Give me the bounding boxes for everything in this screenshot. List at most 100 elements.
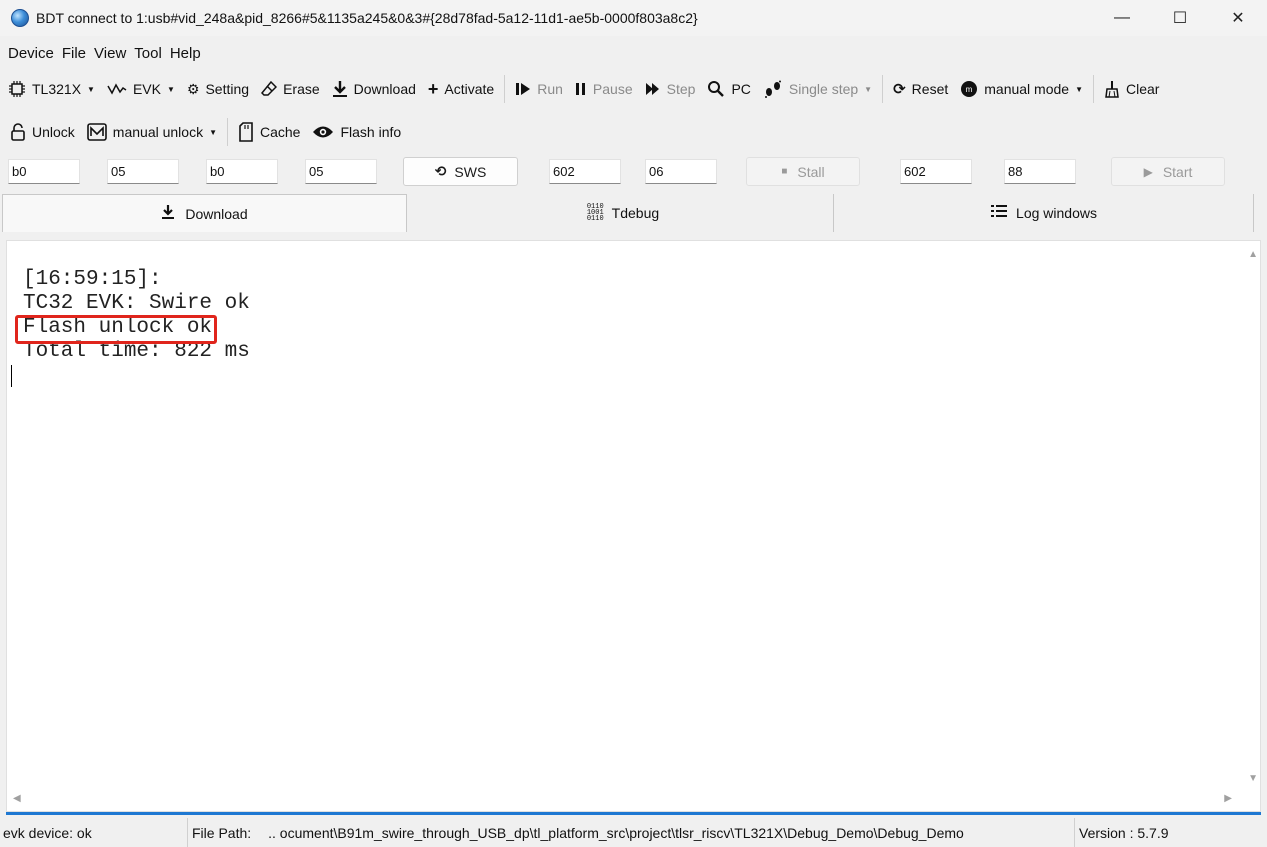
menu-bar: Device File View Tool Help xyxy=(0,40,205,66)
pause-icon xyxy=(575,82,587,96)
stall-button[interactable]: ■ Stall xyxy=(746,157,860,186)
svg-text:m: m xyxy=(966,85,973,94)
register-field-7[interactable]: 602 xyxy=(900,159,972,184)
chevron-down-icon: ▼ xyxy=(87,84,95,94)
scroll-up-arrow-icon[interactable]: ▲ xyxy=(1248,249,1258,260)
scroll-left-arrow-icon[interactable]: ◀ xyxy=(13,793,21,804)
unlock-label: Unlock xyxy=(32,124,75,140)
sws-button[interactable]: ⟲ SWS xyxy=(403,157,518,186)
sd-card-icon xyxy=(238,122,254,142)
start-button[interactable]: ▶ Start xyxy=(1111,157,1225,186)
single-step-label: Single step xyxy=(788,81,859,97)
close-button[interactable]: ✕ xyxy=(1209,0,1267,36)
tab-download[interactable]: Download xyxy=(2,194,407,232)
status-bar: evk device: ok File Path: .. ocument\B91… xyxy=(0,818,1267,847)
reset-icon: ⟳ xyxy=(893,81,906,98)
eraser-icon xyxy=(261,81,278,97)
single-step-dropdown[interactable]: Single step ▼ xyxy=(757,74,878,104)
manual-unlock-label: manual unlock xyxy=(112,124,204,140)
menu-help[interactable]: Help xyxy=(166,45,205,62)
chevron-down-icon: ▼ xyxy=(209,127,217,137)
tab-bar: Download 0110 1001 0110 Tdebug Log windo… xyxy=(0,194,1267,234)
waveform-icon xyxy=(107,82,127,96)
chevron-down-icon: ▼ xyxy=(864,84,873,94)
step-label: Step xyxy=(666,81,696,97)
manual-mode-dropdown[interactable]: m manual mode ▼ xyxy=(954,74,1089,104)
flash-info-button[interactable]: Flash info xyxy=(306,117,407,147)
log-output-panel[interactable]: [16:59:15]: TC32 EVK: Swire ok Flash unloc… xyxy=(6,240,1261,812)
list-icon xyxy=(990,204,1008,223)
run-button[interactable]: Run xyxy=(509,74,569,104)
pc-button[interactable]: PC xyxy=(701,74,756,104)
chip-icon xyxy=(8,80,26,98)
menu-view[interactable]: View xyxy=(90,45,130,62)
binary-icon: 0110 1001 0110 xyxy=(586,203,604,223)
unlock-button[interactable]: Unlock xyxy=(0,117,81,147)
accent-divider xyxy=(6,812,1261,815)
register-field-1[interactable]: b0 xyxy=(8,159,80,184)
download-button[interactable]: Download xyxy=(326,74,422,104)
tab-log-windows[interactable]: Log windows xyxy=(834,194,1254,232)
register-field-5[interactable]: 602 xyxy=(549,159,621,184)
tab-tdebug[interactable]: 0110 1001 0110 Tdebug xyxy=(413,194,834,232)
toolbar-separator xyxy=(227,118,228,146)
scroll-down-arrow-icon[interactable]: ▼ xyxy=(1248,773,1258,784)
setting-button[interactable]: ⚙ Setting xyxy=(181,74,255,104)
run-icon xyxy=(515,82,531,96)
main-toolbar: TL321X ▼ EVK ▼ ⚙ Setting Erase Download … xyxy=(0,72,1165,106)
cache-button[interactable]: Cache xyxy=(232,117,306,147)
toolbar-separator xyxy=(1093,75,1094,103)
file-path-value: .. ocument\B91m_swire_through_USB_dp\tl_… xyxy=(268,824,964,841)
register-field-8[interactable]: 88 xyxy=(1004,159,1076,184)
evk-label: EVK xyxy=(132,81,161,97)
menu-device[interactable]: Device xyxy=(4,45,58,62)
activate-button[interactable]: + Activate xyxy=(422,74,500,104)
register-field-2[interactable]: 05 xyxy=(107,159,179,184)
stall-label: Stall xyxy=(797,163,825,180)
activate-label: Activate xyxy=(444,81,495,97)
chip-select-dropdown[interactable]: TL321X ▼ xyxy=(0,74,101,104)
manual-mode-label: manual mode xyxy=(984,81,1070,97)
play-icon: ▶ xyxy=(1143,164,1153,179)
scroll-right-arrow-icon[interactable]: ▶ xyxy=(1224,793,1232,804)
toolbar-separator xyxy=(882,75,884,103)
erase-label: Erase xyxy=(283,81,320,97)
step-icon xyxy=(645,82,661,96)
manual-unlock-dropdown[interactable]: manual unlock ▼ xyxy=(81,117,223,147)
minimize-button[interactable]: — xyxy=(1093,0,1151,36)
chip-label: TL321X xyxy=(32,81,82,97)
tab-log-windows-label: Log windows xyxy=(1016,205,1097,221)
pause-label: Pause xyxy=(592,81,633,97)
pc-label: PC xyxy=(731,81,751,97)
register-row: b0 05 b0 05 ⟲ SWS 602 06 ■ Stall 602 88 … xyxy=(0,154,1267,190)
menu-tool[interactable]: Tool xyxy=(130,45,166,62)
register-field-4[interactable]: 05 xyxy=(305,159,377,184)
reset-button[interactable]: ⟳ Reset xyxy=(887,74,954,104)
step-button[interactable]: Step xyxy=(639,74,702,104)
window-controls: — ☐ ✕ xyxy=(1093,0,1267,36)
evk-select-dropdown[interactable]: EVK ▼ xyxy=(101,74,181,104)
pause-button[interactable]: Pause xyxy=(569,74,639,104)
chevron-down-icon: ▼ xyxy=(166,84,175,94)
register-field-6[interactable]: 06 xyxy=(645,159,717,184)
file-path-cell: File Path: .. ocument\B91m_swire_through… xyxy=(188,818,1075,847)
download-icon xyxy=(161,204,175,223)
gear-icon: ⚙ xyxy=(186,80,200,97)
maximize-button[interactable]: ☐ xyxy=(1151,0,1209,36)
chevron-down-icon: ▼ xyxy=(1075,84,1083,94)
clear-button[interactable]: Clear xyxy=(1098,74,1165,104)
register-field-3[interactable]: b0 xyxy=(206,159,278,184)
log-line: [16:59:15]: xyxy=(23,268,162,291)
mode-icon: m xyxy=(960,80,978,98)
clear-label: Clear xyxy=(1126,81,1160,97)
erase-button[interactable]: Erase xyxy=(255,74,326,104)
menu-file[interactable]: File xyxy=(58,45,90,62)
highlight-box xyxy=(15,315,217,344)
mail-icon xyxy=(86,123,107,141)
unlock-icon xyxy=(10,123,26,141)
app-logo-icon xyxy=(11,9,29,27)
plus-icon: + xyxy=(427,78,439,99)
toolbar-separator xyxy=(504,75,506,103)
start-label: Start xyxy=(1162,163,1193,180)
text-cursor xyxy=(11,365,12,387)
